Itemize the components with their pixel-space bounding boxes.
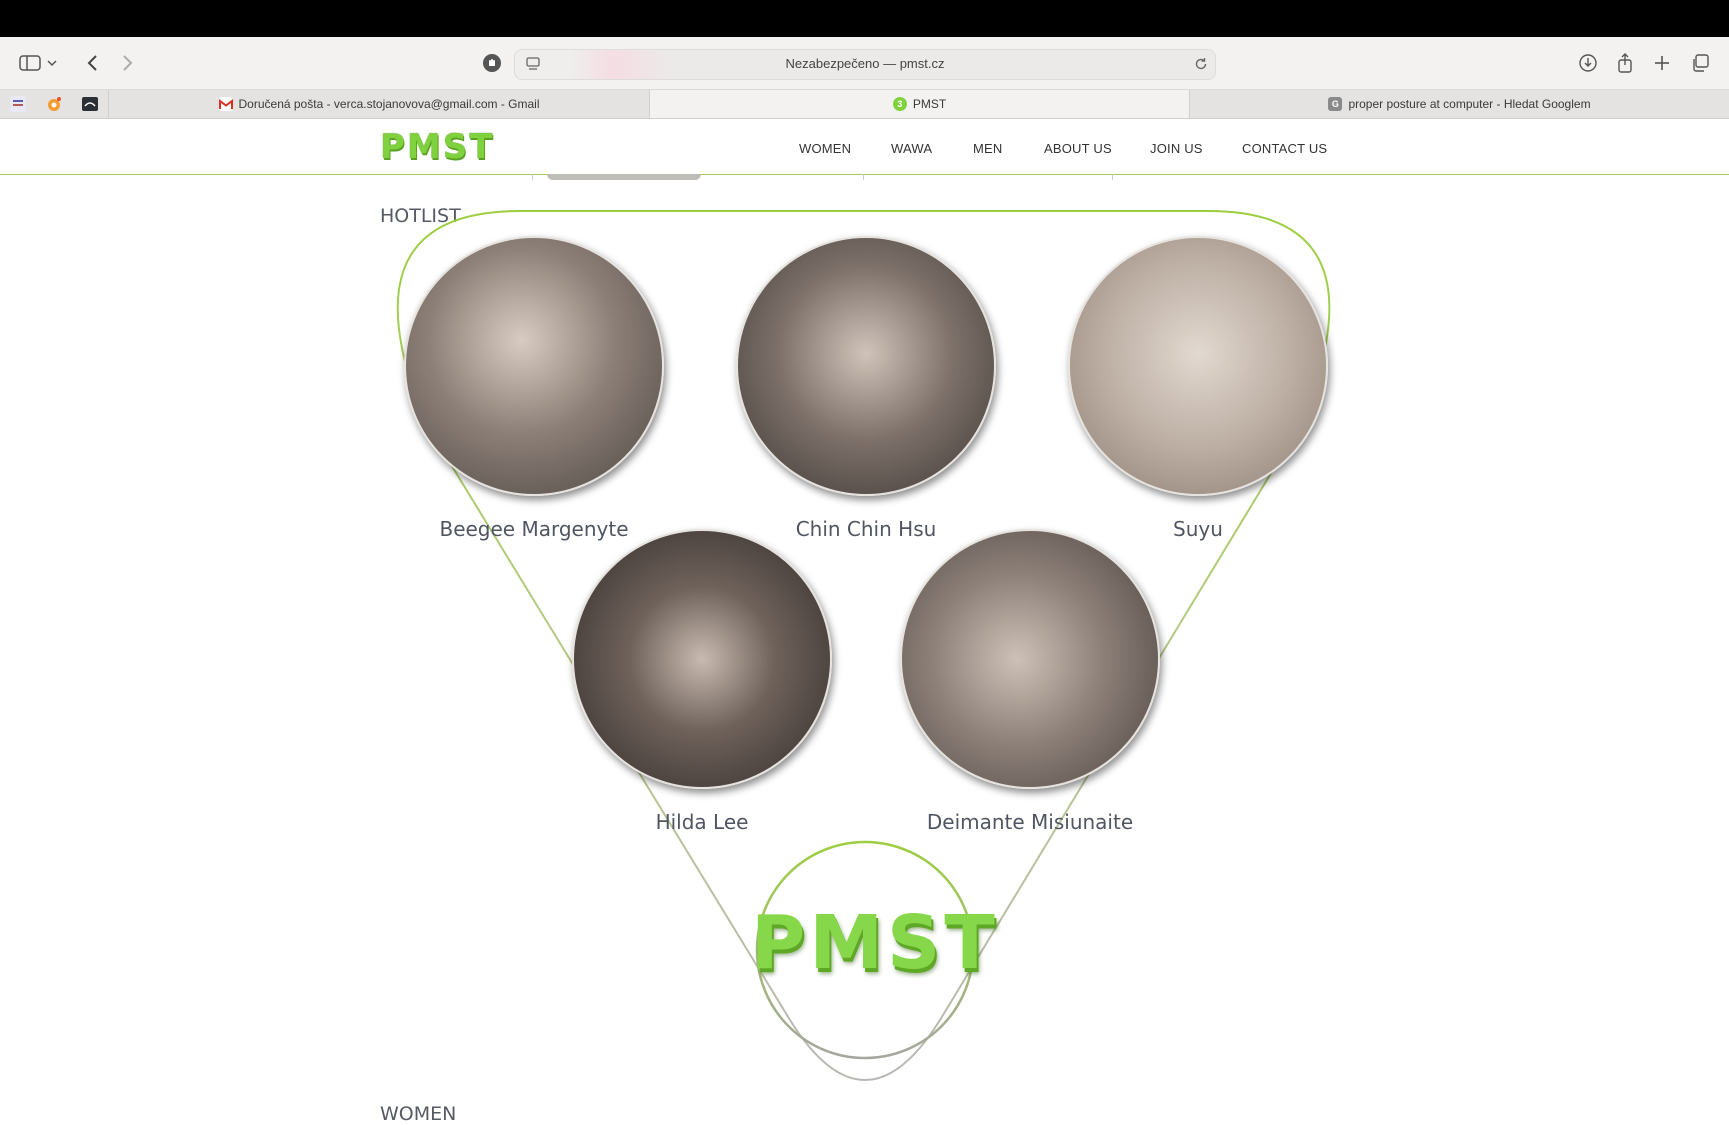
model-photo[interactable] <box>572 529 832 789</box>
model-card[interactable]: Chin Chin Hsu <box>736 236 996 541</box>
model-card[interactable]: Deimante Misiunaite <box>900 529 1160 834</box>
women-section-heading: WOMEN <box>380 1103 457 1125</box>
model-photo[interactable] <box>404 236 664 496</box>
model-card[interactable]: Suyu <box>1068 236 1328 541</box>
model-card[interactable]: Beegee Margenyte <box>404 236 664 541</box>
model-photo[interactable] <box>900 529 1160 789</box>
model-card[interactable]: Hilda Lee <box>572 529 832 834</box>
model-name[interactable]: Hilda Lee <box>512 810 892 834</box>
model-photo[interactable] <box>736 236 996 496</box>
pmst-center-logo[interactable]: PMST <box>735 900 1015 986</box>
model-name[interactable]: Deimante Misiunaite <box>840 810 1220 834</box>
model-photo[interactable] <box>1068 236 1328 496</box>
